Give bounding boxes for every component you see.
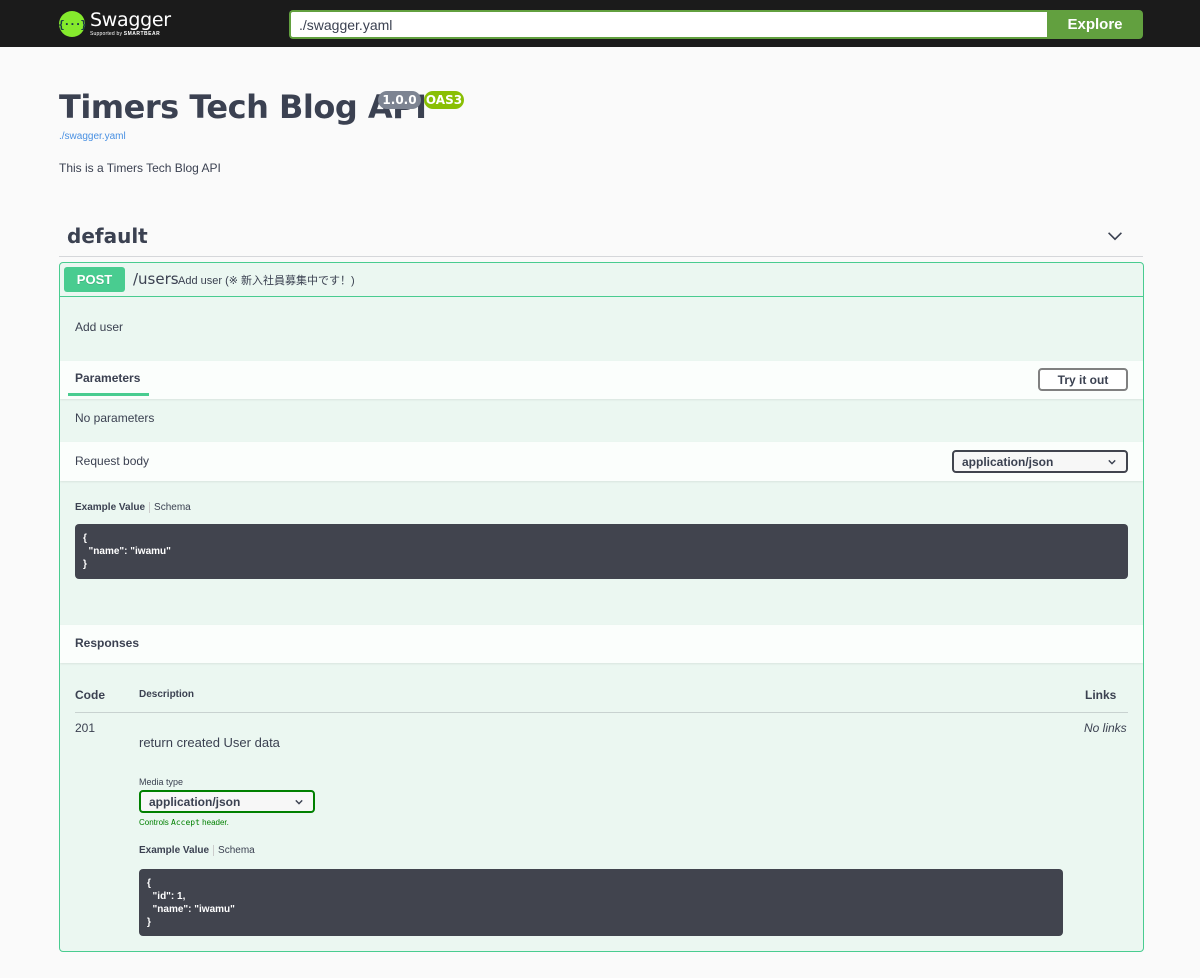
response-links: No links <box>1084 721 1127 735</box>
tab-underline <box>68 393 149 396</box>
logo-subtitle: Supported by SMARTBEAR <box>90 31 161 37</box>
api-description: This is a Timers Tech Blog API <box>59 161 221 175</box>
request-body-header: Request body application/json <box>60 442 1143 481</box>
request-body-label: Request body <box>75 454 150 468</box>
operation-post-users: POST /users Add user (※ 新入社員募集中です！) Add … <box>59 262 1144 952</box>
oas-badge: OAS3 <box>424 91 464 109</box>
tag-section-default[interactable]: default <box>59 220 1143 257</box>
no-parameters-text: No parameters <box>75 411 155 425</box>
swagger-logo[interactable]: {···} Swagger Supported by SMARTBEAR <box>58 9 171 39</box>
request-example-code: { "name": "iwamu" } <box>75 524 1128 579</box>
response-code: 201 <box>75 721 96 735</box>
response-media-type-select[interactable]: application/json <box>139 790 315 813</box>
operation-path: /users <box>133 270 179 288</box>
divider <box>75 712 1128 713</box>
explore-button[interactable]: Explore <box>1047 10 1143 39</box>
method-badge: POST <box>64 267 125 292</box>
operation-summary-text: Add user (※ 新入社員募集中です！) <box>178 275 355 287</box>
tab-example-value[interactable]: Example Value <box>75 502 151 513</box>
response-description: return created User data <box>139 735 280 750</box>
chevron-down-icon <box>1108 459 1116 465</box>
request-example-tabs: Example Value Schema <box>75 502 191 513</box>
swagger-logo-icon: {···} <box>58 11 87 37</box>
media-type-label: Media type <box>139 777 184 787</box>
logo-title: Swagger <box>90 9 171 31</box>
operation-summary[interactable]: POST /users Add user (※ 新入社員募集中です！) <box>60 263 1143 297</box>
spec-url-input[interactable] <box>289 10 1048 39</box>
tab-parameters[interactable]: Parameters <box>75 371 140 385</box>
col-code: Code <box>75 688 105 702</box>
tab-example-value[interactable]: Example Value <box>139 845 215 856</box>
operation-description: Add user <box>75 320 124 334</box>
parameters-header: Parameters Try it out <box>60 361 1143 399</box>
chevron-down-icon[interactable] <box>1107 228 1123 244</box>
col-links: Links <box>1085 688 1117 702</box>
request-content-type-select[interactable]: application/json <box>952 450 1128 473</box>
responses-header: Responses <box>60 625 1143 663</box>
tab-schema[interactable]: Schema <box>214 845 255 856</box>
controls-accept-note: Controls Accept header. <box>139 818 229 827</box>
try-it-out-button[interactable]: Try it out <box>1038 368 1128 391</box>
version-badge: 1.0.0 <box>378 91 421 109</box>
tag-name: default <box>67 224 148 248</box>
spec-link[interactable]: ./swagger.yaml <box>59 131 126 142</box>
response-example-tabs: Example Value Schema <box>139 845 255 856</box>
responses-title: Responses <box>75 636 140 650</box>
response-example-code: { "id": 1, "name": "iwamu" } <box>139 869 1063 936</box>
tab-schema[interactable]: Schema <box>150 502 191 513</box>
topbar: {···} Swagger Supported by SMARTBEAR Exp… <box>0 0 1200 47</box>
col-description: Description <box>139 689 195 700</box>
chevron-down-icon <box>295 799 303 805</box>
api-title: Timers Tech Blog API <box>59 88 427 126</box>
